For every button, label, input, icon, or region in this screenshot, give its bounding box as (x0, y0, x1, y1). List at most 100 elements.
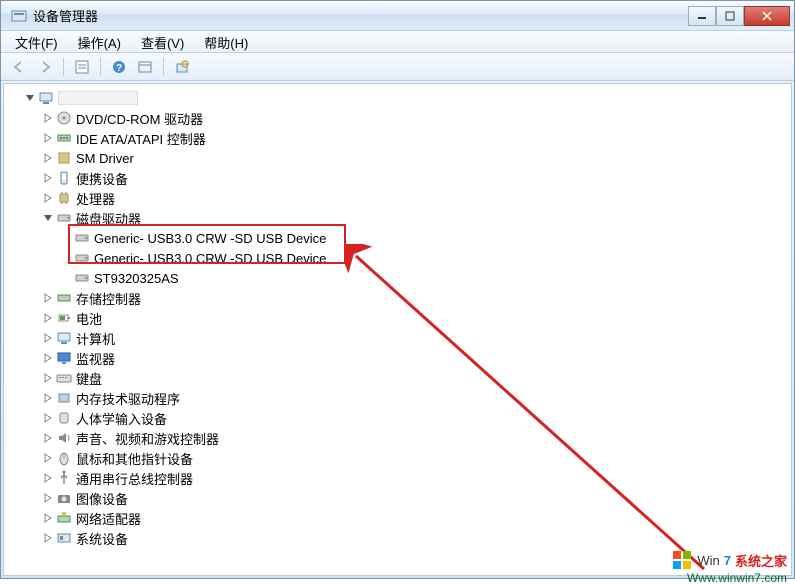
tree-category[interactable]: 便携设备 (6, 168, 789, 188)
tree-label: 通用串行总线控制器 (76, 469, 193, 488)
tree-category[interactable]: 图像设备 (6, 488, 789, 508)
menubar: 文件(F) 操作(A) 查看(V) 帮助(H) (1, 31, 794, 53)
tree-category[interactable]: 声音、视频和游戏控制器 (6, 428, 789, 448)
tree-label: 计算机 (76, 329, 115, 348)
menu-file[interactable]: 文件(F) (5, 31, 68, 52)
monitor-icon (56, 350, 72, 366)
imaging-icon (56, 490, 72, 506)
tree-category[interactable]: 处理器 (6, 188, 789, 208)
tree-label: 图像设备 (76, 489, 128, 508)
drive-icon (74, 250, 90, 266)
dvd-icon (56, 110, 72, 126)
tree-label: 磁盘驱动器 (76, 209, 141, 228)
app-icon (11, 8, 27, 24)
expand-icon[interactable] (42, 292, 54, 304)
network-icon (56, 510, 72, 526)
tree-label: Generic- USB3.0 CRW -SD USB Device (94, 231, 326, 246)
memtech-icon (56, 390, 72, 406)
tree-label: ST9320325AS (94, 271, 179, 286)
tree-category[interactable]: 监视器 (6, 348, 789, 368)
battery-icon (56, 310, 72, 326)
watermark-url: Www.winwin7.com (687, 571, 787, 585)
usb-icon (56, 470, 72, 486)
expand-icon[interactable] (42, 532, 54, 544)
watermark-text: 系统之家 (735, 551, 787, 570)
expand-icon[interactable] (42, 372, 54, 384)
tree-category[interactable]: IDE ATA/ATAPI 控制器 (6, 128, 789, 148)
tree-content[interactable]: DVD/CD-ROM 驱动器IDE ATA/ATAPI 控制器SM Driver… (3, 83, 792, 576)
keyboard-icon (56, 370, 72, 386)
sm-icon (56, 150, 72, 166)
expand-icon[interactable] (42, 432, 54, 444)
system-icon (56, 530, 72, 546)
expand-icon[interactable] (42, 392, 54, 404)
tree-category[interactable]: 系统设备 (6, 528, 789, 548)
tree-label: 声音、视频和游戏控制器 (76, 429, 219, 448)
expand-icon[interactable] (42, 492, 54, 504)
properties-button[interactable] (70, 56, 94, 78)
menu-help[interactable]: 帮助(H) (194, 31, 258, 52)
tree-label: Generic- USB3.0 CRW -SD USB Device (94, 251, 326, 266)
menu-view[interactable]: 查看(V) (131, 31, 194, 52)
expand-icon[interactable] (42, 472, 54, 484)
tree-category[interactable]: 磁盘驱动器 (6, 208, 789, 228)
tree-label: IDE ATA/ATAPI 控制器 (76, 129, 206, 148)
watermark: Win7 系统之家 Www.winwin7.com (671, 549, 787, 571)
tree-device[interactable]: ST9320325AS (6, 268, 789, 288)
close-button[interactable] (744, 6, 790, 26)
tree-device[interactable]: Generic- USB3.0 CRW -SD USB Device (6, 248, 789, 268)
expand-icon[interactable] (42, 112, 54, 124)
expand-icon[interactable] (42, 172, 54, 184)
tree-label: 便携设备 (76, 169, 128, 188)
tree-label: 系统设备 (76, 529, 128, 548)
tree-category[interactable]: 键盘 (6, 368, 789, 388)
tree-label: DVD/CD-ROM 驱动器 (76, 109, 203, 128)
tree-category[interactable]: SM Driver (6, 148, 789, 168)
device-tree: DVD/CD-ROM 驱动器IDE ATA/ATAPI 控制器SM Driver… (6, 88, 789, 548)
tree-label: 网络适配器 (76, 509, 141, 528)
windows-logo-icon (671, 549, 693, 571)
tree-category[interactable]: 鼠标和其他指针设备 (6, 448, 789, 468)
tree-category[interactable]: 通用串行总线控制器 (6, 468, 789, 488)
scan-button[interactable] (170, 56, 194, 78)
drive-icon (74, 270, 90, 286)
tree-label: 处理器 (76, 189, 115, 208)
tree-category[interactable]: 存储控制器 (6, 288, 789, 308)
device-manager-window: 设备管理器 文件(F) 操作(A) 查看(V) 帮助(H) (0, 0, 795, 579)
expand-icon[interactable] (42, 132, 54, 144)
toolbar-separator (100, 58, 101, 76)
view-button[interactable] (133, 56, 157, 78)
expand-icon[interactable] (42, 192, 54, 204)
expand-icon[interactable] (42, 512, 54, 524)
expand-icon[interactable] (42, 332, 54, 344)
titlebar[interactable]: 设备管理器 (1, 1, 794, 31)
maximize-button[interactable] (716, 6, 744, 26)
minimize-button[interactable] (688, 6, 716, 26)
expand-icon[interactable] (42, 452, 54, 464)
toolbar-separator (63, 58, 64, 76)
expand-icon[interactable] (42, 312, 54, 324)
tree-category[interactable]: 人体学输入设备 (6, 408, 789, 428)
tree-category[interactable]: 网络适配器 (6, 508, 789, 528)
sound-icon (56, 430, 72, 446)
storage-icon (56, 290, 72, 306)
tree-category[interactable]: DVD/CD-ROM 驱动器 (6, 108, 789, 128)
collapse-icon[interactable] (42, 212, 54, 224)
tree-label: 鼠标和其他指针设备 (76, 449, 193, 468)
collapse-icon[interactable] (24, 92, 36, 104)
tree-root[interactable] (6, 88, 789, 108)
tree-category[interactable]: 计算机 (6, 328, 789, 348)
tree-device[interactable]: Generic- USB3.0 CRW -SD USB Device (6, 228, 789, 248)
menu-action[interactable]: 操作(A) (68, 31, 131, 52)
watermark-win: Win (697, 553, 719, 568)
tree-category[interactable]: 内存技术驱动程序 (6, 388, 789, 408)
expand-icon[interactable] (42, 352, 54, 364)
computer-icon (56, 330, 72, 346)
expand-icon[interactable] (42, 152, 54, 164)
tree-label: 监视器 (76, 349, 115, 368)
expand-icon[interactable] (42, 412, 54, 424)
hid-icon (56, 410, 72, 426)
tree-category[interactable]: 电池 (6, 308, 789, 328)
help-button[interactable]: ? (107, 56, 131, 78)
watermark-7: 7 (724, 553, 731, 568)
